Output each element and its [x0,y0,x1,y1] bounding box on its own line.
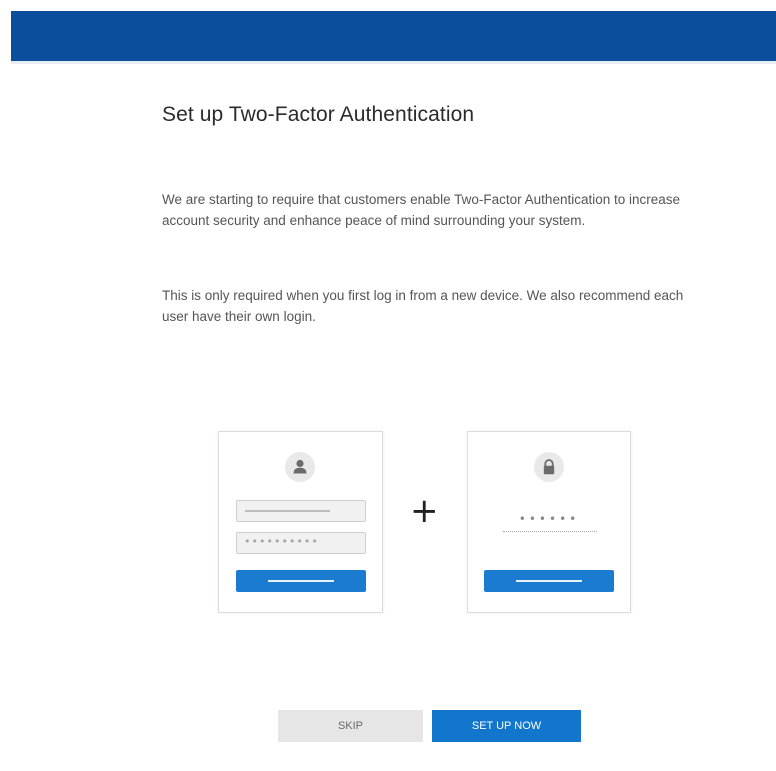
username-field-illustration [236,500,366,522]
password-field-illustration: •••••••••• [236,532,366,554]
skip-button[interactable]: Skip [278,710,423,742]
page: Set up Two-Factor Authentication We are … [0,0,776,771]
password-mask: •••••••••• [244,535,319,548]
header-bar [11,11,776,64]
info-paragraph: This is only required when you first log… [162,288,684,324]
verify-button-illustration [484,570,614,592]
code-underline [503,530,597,532]
intro-paragraph: We are starting to require that customer… [162,192,681,228]
login-illustration-card: •••••••••• [218,431,383,613]
lock-icon [534,452,564,482]
login-button-line [268,580,334,582]
set-up-now-button[interactable]: Set up now [432,710,581,742]
username-placeholder-line [245,510,330,512]
verify-button-line [516,580,582,582]
page-title: Set up Two-Factor Authentication [162,103,475,126]
login-button-illustration [236,570,366,592]
user-icon [285,452,315,482]
code-illustration-card: •••••• [467,431,631,613]
verification-code-mask: •••••• [518,512,580,526]
plus-icon: + [410,491,439,531]
